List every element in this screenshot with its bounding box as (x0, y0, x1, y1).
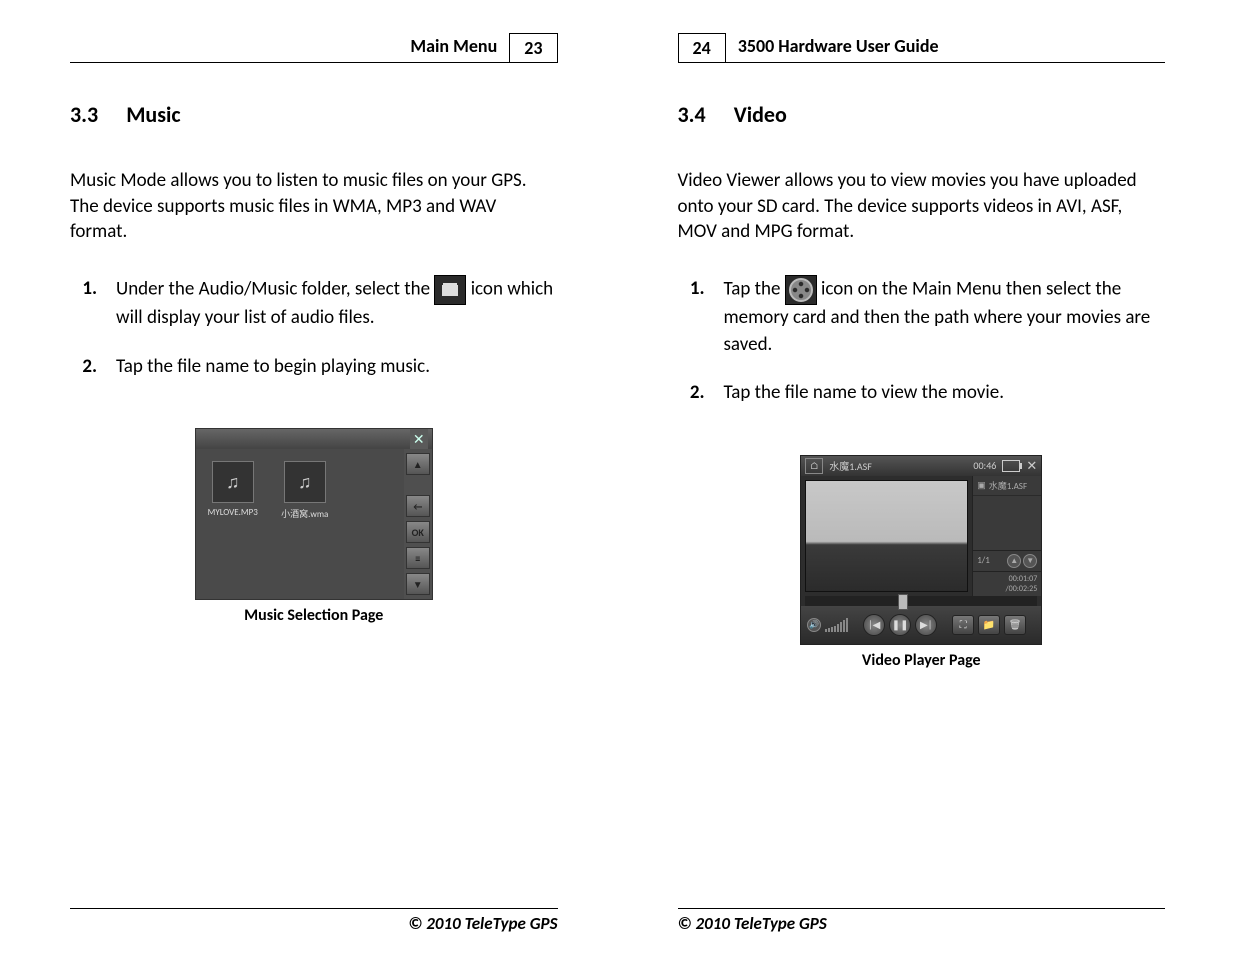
music-titlebar: ✕ (196, 429, 432, 449)
section-title: Music (126, 101, 180, 128)
back-button[interactable]: ← (406, 495, 430, 517)
prev-button[interactable]: |◀ (863, 614, 885, 636)
page-up-button[interactable]: ▲ (1007, 554, 1021, 568)
next-button[interactable]: ▶| (915, 614, 937, 636)
section-number: 3.4 (678, 101, 706, 128)
music-file-item[interactable]: ♫ MYLOVE.MP3 (206, 461, 260, 587)
ok-button[interactable]: OK (406, 521, 430, 543)
section-number: 3.3 (70, 101, 98, 128)
figure-caption: Music Selection Page (244, 606, 383, 625)
folder-icon (434, 275, 466, 305)
music-file-grid: ♫ MYLOVE.MP3 ♫ 小酒窝.wma (196, 449, 404, 599)
page-number: 23 (509, 33, 557, 63)
steps-list: Tap the icon on the Main Menu then selec… (678, 275, 1166, 429)
video-clock: 00:46 (973, 459, 996, 472)
steps-list: Under the Audio/Music folder, select the… (70, 275, 558, 402)
page-number: 24 (678, 33, 726, 63)
step-1: Tap the icon on the Main Menu then selec… (718, 275, 1166, 358)
section-heading: 3.4 Video (678, 101, 1166, 128)
music-side-controls: ▲ ← OK ≡ ▼ (404, 449, 432, 599)
video-title: 水魔1.ASF (829, 458, 872, 473)
step-1-text-a: Tap the (724, 277, 785, 300)
page-left: Main Menu 23 3.3 Music Music Mode allows… (0, 0, 618, 954)
video-controls: 🔊 |◀ ❚❚ ▶| ⛶ 📁 🗑 (801, 606, 1041, 644)
header-title: 3500 Hardware User Guide (734, 35, 943, 57)
section-title: Video (734, 101, 787, 128)
page-right: 24 3500 Hardware User Guide 3.4 Video Vi… (618, 0, 1235, 954)
header-right: 24 3500 Hardware User Guide (678, 30, 1166, 63)
figure-music: ✕ ♫ MYLOVE.MP3 ♫ 小酒窝.wma ▲ (70, 428, 558, 625)
playlist-item-label: 水魔1.ASF (989, 479, 1027, 492)
fullscreen-button[interactable]: ⛶ (952, 615, 974, 635)
file-icon: ▣ (977, 480, 986, 491)
video-screenshot: ⌂ 水魔1.ASF 00:46 ✕ ▣ 水魔1.ASF (800, 455, 1042, 645)
seek-bar[interactable] (805, 596, 1037, 606)
footer: © 2010 TeleType GPS (70, 908, 558, 934)
music-file-label: MYLOVE.MP3 (206, 507, 260, 518)
delete-button[interactable]: 🗑 (1004, 615, 1026, 635)
page-down-button[interactable]: ▼ (1023, 554, 1037, 568)
intro-paragraph: Video Viewer allows you to view movies y… (678, 168, 1166, 245)
list-button[interactable]: ≡ (406, 547, 430, 569)
volume-bars[interactable] (825, 618, 848, 632)
footer: © 2010 TeleType GPS (678, 908, 1166, 934)
music-note-icon: ♫ (284, 461, 326, 503)
step-2: Tap the file name to begin playing music… (110, 354, 558, 381)
music-file-item[interactable]: ♫ 小酒窝.wma (278, 461, 332, 587)
music-screenshot: ✕ ♫ MYLOVE.MP3 ♫ 小酒窝.wma ▲ (195, 428, 433, 600)
video-canvas[interactable] (805, 480, 968, 592)
intro-paragraph: Music Mode allows you to listen to music… (70, 168, 558, 245)
close-icon[interactable]: ✕ (1026, 458, 1037, 474)
seek-knob[interactable] (898, 594, 908, 610)
playlist-pager: 1/1 ▲ ▼ (973, 550, 1041, 571)
music-note-icon: ♫ (212, 461, 254, 503)
figure-caption: Video Player Page (862, 651, 981, 670)
section-heading: 3.3 Music (70, 101, 558, 128)
video-reel-icon (785, 275, 817, 305)
volume-icon[interactable]: 🔊 (807, 618, 821, 632)
scroll-down-button[interactable]: ▼ (406, 573, 430, 595)
video-playlist: ▣ 水魔1.ASF 1/1 ▲ ▼ 00:01:07 /00:02:25 (972, 476, 1041, 596)
step-2: Tap the file name to view the movie. (718, 380, 1166, 407)
video-topbar: ⌂ 水魔1.ASF 00:46 ✕ (801, 456, 1041, 476)
header-left: Main Menu 23 (70, 30, 558, 63)
scroll-up-button[interactable]: ▲ (406, 453, 430, 475)
figure-video: ⌂ 水魔1.ASF 00:46 ✕ ▣ 水魔1.ASF (678, 455, 1166, 670)
playlist-item[interactable]: ▣ 水魔1.ASF (973, 476, 1041, 496)
close-icon[interactable]: ✕ (410, 429, 428, 449)
home-icon[interactable]: ⌂ (805, 458, 823, 474)
header-title: Main Menu (406, 35, 501, 57)
battery-icon (1002, 460, 1020, 472)
open-folder-button[interactable]: 📁 (978, 615, 1000, 635)
music-file-label: 小酒窝.wma (278, 507, 332, 520)
step-1: Under the Audio/Music folder, select the… (110, 275, 558, 332)
pause-button[interactable]: ❚❚ (889, 614, 911, 636)
step-1-text-a: Under the Audio/Music folder, select the (116, 277, 434, 300)
timecode: 00:01:07 /00:02:25 (973, 571, 1041, 596)
page-indicator: 1/1 (977, 555, 990, 566)
